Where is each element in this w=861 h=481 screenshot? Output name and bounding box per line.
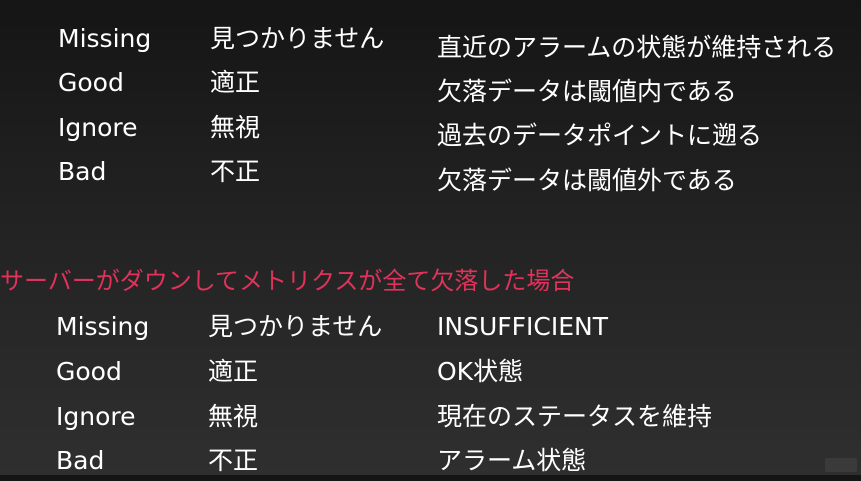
option-label: 不正 xyxy=(210,157,261,186)
option-label: 無視 xyxy=(208,402,259,431)
watermark xyxy=(825,458,857,472)
alarm-state: INSUFFICIENT xyxy=(437,312,608,341)
table-row: Bad 不正 アラーム状態 xyxy=(0,441,861,481)
option-name: Ignore xyxy=(56,402,136,431)
option-label: 適正 xyxy=(208,357,259,386)
option-name: Missing xyxy=(56,312,150,341)
option-description: 過去のデータポイントに遡る xyxy=(437,121,763,150)
table-row: Good 適正 欠落データは閾値内である xyxy=(0,63,861,106)
alarm-state: 現在のステータスを維持 xyxy=(437,402,713,431)
alarm-state: OK状態 xyxy=(437,357,524,386)
option-name: Good xyxy=(58,68,124,97)
option-label: 適正 xyxy=(210,68,261,97)
option-name: Missing xyxy=(58,24,152,53)
option-label: 見つかりません xyxy=(208,312,383,341)
table-row: Missing 見つかりません INSUFFICIENT xyxy=(0,307,861,347)
option-name: Bad xyxy=(58,157,107,186)
option-description: 欠落データは閾値外である xyxy=(437,166,737,195)
table-row: Ignore 無視 現在のステータスを維持 xyxy=(0,397,861,437)
option-label: 見つかりません xyxy=(210,24,385,53)
table-row: Bad 不正 欠落データは閾値外である xyxy=(0,152,861,195)
option-label: 無視 xyxy=(210,113,261,142)
option-label: 不正 xyxy=(208,446,259,475)
option-name: Ignore xyxy=(58,113,138,142)
alarm-state: アラーム状態 xyxy=(437,446,587,475)
table-row: Good 適正 OK状態 xyxy=(0,352,861,392)
option-name: Bad xyxy=(56,446,105,475)
option-description: 直近のアラームの状態が維持される xyxy=(437,33,837,62)
section-heading: サーバーがダウンしてメトリクスが全て欠落した場合 xyxy=(0,267,575,295)
option-description: 欠落データは閾値内である xyxy=(437,77,737,106)
option-name: Good xyxy=(56,357,122,386)
table-row: Missing 見つかりません 直近のアラームの状態が維持される xyxy=(0,19,861,62)
table-row: Ignore 無視 過去のデータポイントに遡る xyxy=(0,108,861,150)
